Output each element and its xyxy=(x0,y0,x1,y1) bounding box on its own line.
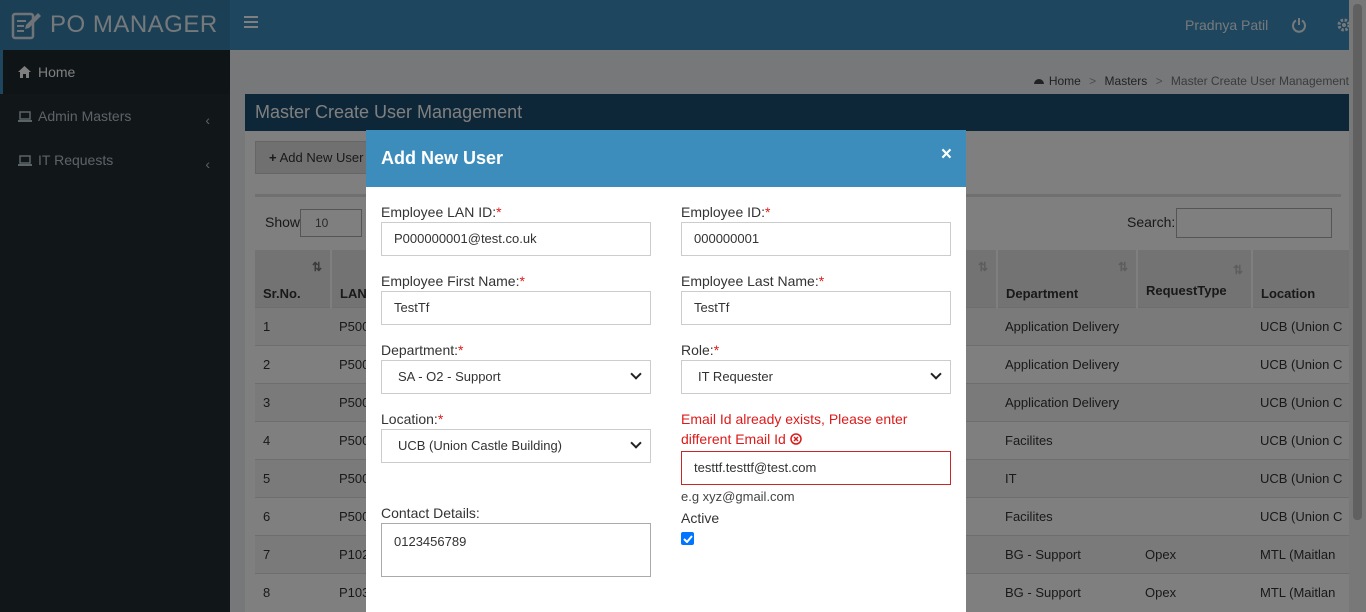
modal-header: Add New User × xyxy=(366,130,966,187)
employee-id-input[interactable]: 000000001 xyxy=(681,222,951,256)
location-field: Location:* UCB (Union Castle Building) xyxy=(381,411,651,463)
active-label: Active xyxy=(681,510,720,526)
add-user-modal: Add New User × Employee LAN ID:* P000000… xyxy=(366,130,966,612)
role-select[interactable]: IT Requester xyxy=(681,360,951,394)
active-checkbox[interactable] xyxy=(681,532,694,545)
error-circle-icon xyxy=(789,433,802,445)
email-error-message: Email Id already exists, Please enter di… xyxy=(681,411,908,447)
chevron-down-icon xyxy=(930,368,942,380)
last-name-input[interactable]: TestTf xyxy=(681,291,951,325)
lan-id-field: Employee LAN ID:* P000000001@test.co.uk xyxy=(381,204,651,256)
contact-field: Contact Details: 0123456789 xyxy=(381,505,651,577)
last-name-field: Employee Last Name:* TestTf xyxy=(681,273,951,325)
department-field: Department:* SA - O2 - Support xyxy=(381,342,651,394)
check-icon xyxy=(682,534,693,543)
location-select[interactable]: UCB (Union Castle Building) xyxy=(381,429,651,463)
email-field: Email Id already exists, Please enter di… xyxy=(681,409,951,504)
close-icon[interactable]: × xyxy=(941,144,952,166)
modal-title: Add New User xyxy=(381,148,504,168)
first-name-field: Employee First Name:* TestTf xyxy=(381,273,651,325)
department-select[interactable]: SA - O2 - Support xyxy=(381,360,651,394)
employee-id-field: Employee ID:* 000000001 xyxy=(681,204,951,256)
active-field: Active xyxy=(681,510,719,545)
role-field: Role:* IT Requester xyxy=(681,342,951,394)
chevron-down-icon xyxy=(630,368,642,380)
email-input[interactable]: testtf.testtf@test.com xyxy=(681,451,951,485)
contact-textarea[interactable]: 0123456789 xyxy=(381,523,651,577)
email-hint: e.g xyz@gmail.com xyxy=(681,489,795,504)
lan-id-input[interactable]: P000000001@test.co.uk xyxy=(381,222,651,256)
chevron-down-icon xyxy=(630,437,642,449)
first-name-input[interactable]: TestTf xyxy=(381,291,651,325)
